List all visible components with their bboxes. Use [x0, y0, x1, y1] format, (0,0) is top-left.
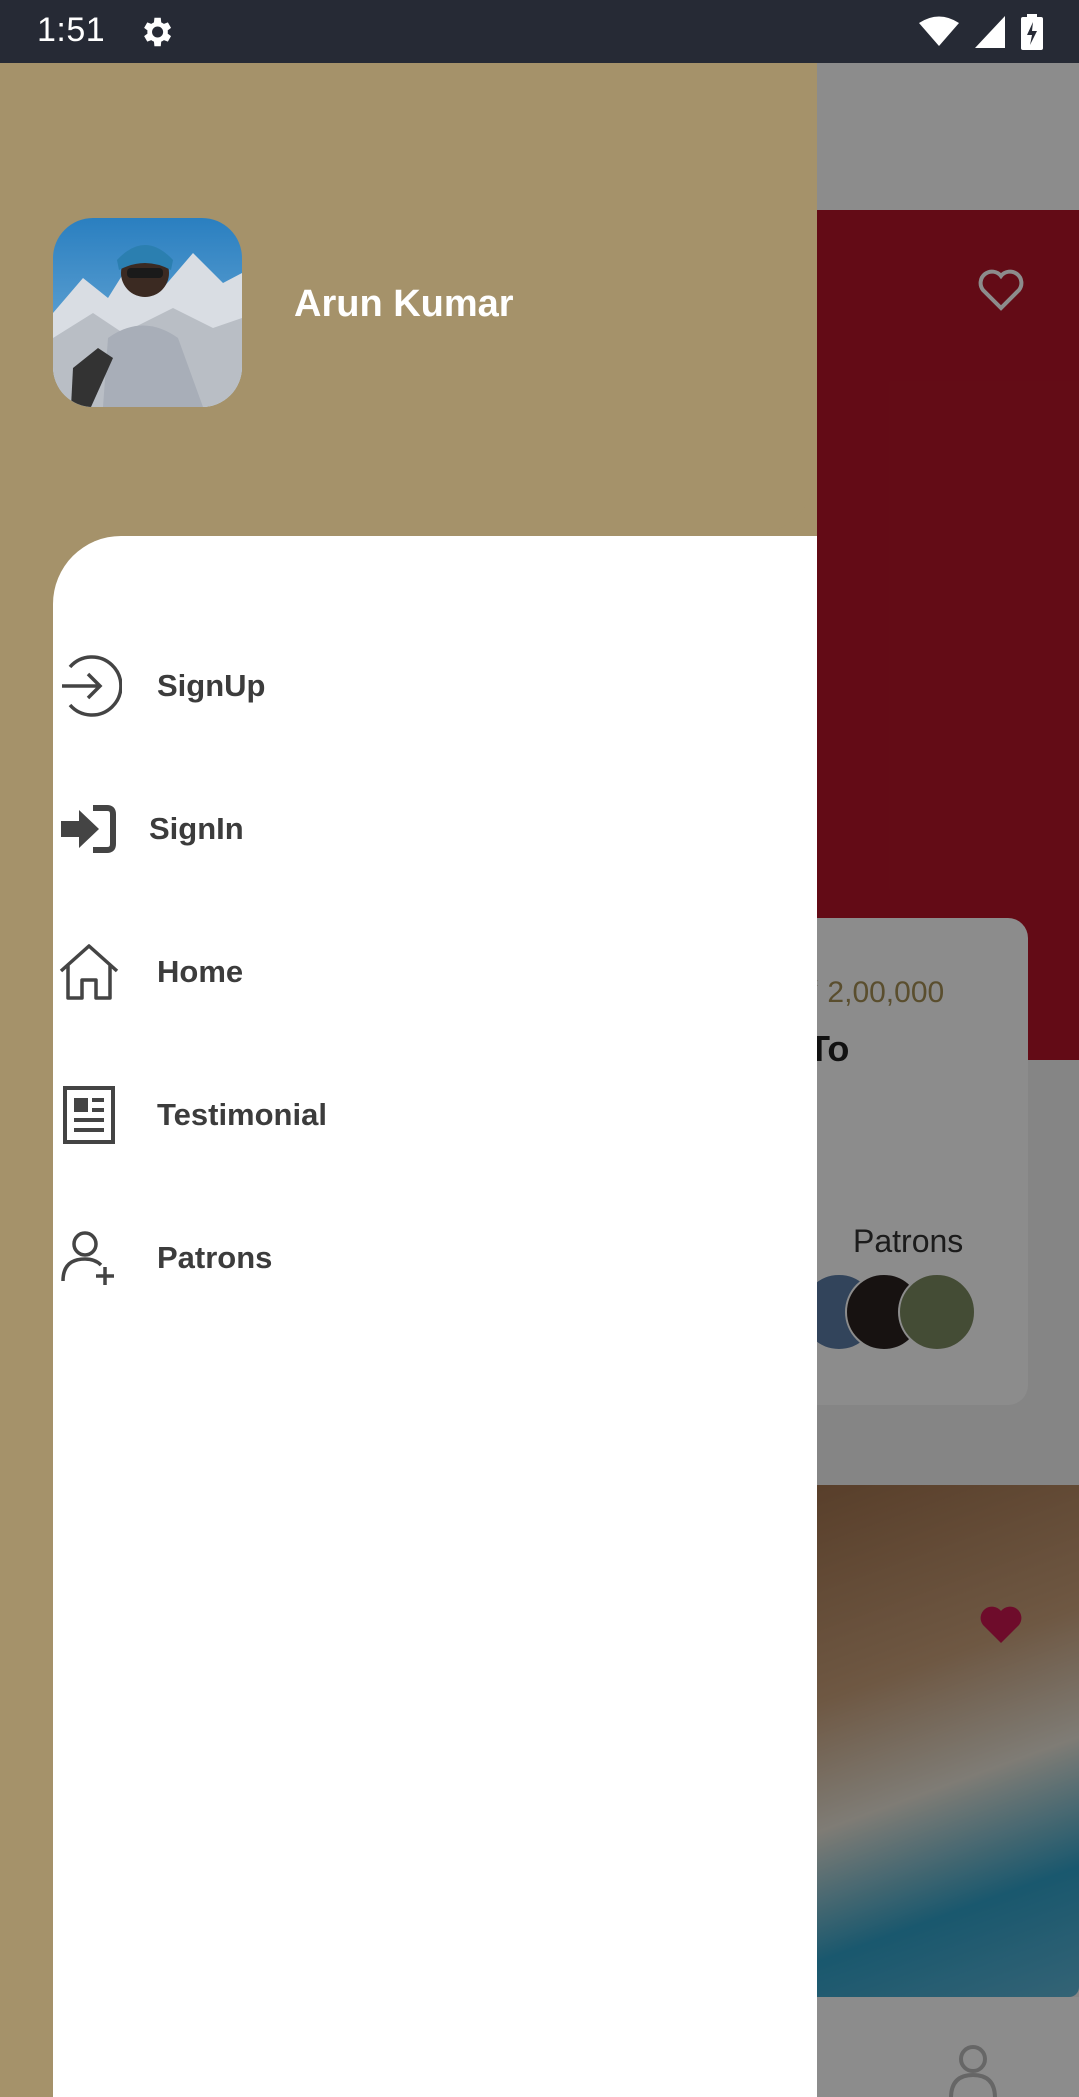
- navigation-drawer: Arun Kumar SignUp SignIn Home Testimonia…: [0, 63, 817, 2097]
- battery-icon: [1021, 14, 1043, 50]
- menu-item-patrons[interactable]: Patrons: [53, 1218, 753, 1298]
- menu-item-label: Patrons: [157, 1240, 273, 1275]
- drawer-menu-panel: [53, 536, 817, 2097]
- menu-item-home[interactable]: Home: [53, 932, 753, 1012]
- menu-item-label: Testimonial: [157, 1097, 327, 1132]
- settings-gear-icon: [144, 17, 172, 47]
- menu-item-label: Home: [157, 954, 244, 989]
- add-user-icon: [53, 1222, 125, 1294]
- newspaper-icon: [53, 1079, 125, 1151]
- menu-item-signin[interactable]: SignIn: [53, 789, 753, 869]
- menu-item-label: SignUp: [157, 668, 266, 703]
- sign-in-icon: [53, 793, 125, 865]
- user-name: Arun Kumar: [294, 283, 514, 325]
- status-time: 1:51: [37, 11, 106, 49]
- screen: 1:51 ₹ 2,00,000 To Patrons Arun Kumar Si…: [0, 0, 1079, 2097]
- status-bar: 1:51: [0, 0, 1079, 63]
- user-avatar[interactable]: [53, 218, 242, 407]
- menu-item-label: SignIn: [149, 811, 244, 846]
- cellular-signal-icon: [975, 16, 1005, 48]
- drawer-header: Arun Kumar: [0, 63, 817, 536]
- wifi-icon: [919, 16, 959, 46]
- home-icon: [53, 936, 125, 1008]
- arrow-right-circle-icon: [53, 650, 125, 722]
- status-indicators: [919, 14, 1043, 50]
- menu-item-signup[interactable]: SignUp: [53, 646, 753, 726]
- menu-item-testimonial[interactable]: Testimonial: [53, 1075, 753, 1155]
- avatar-photo: [53, 218, 242, 407]
